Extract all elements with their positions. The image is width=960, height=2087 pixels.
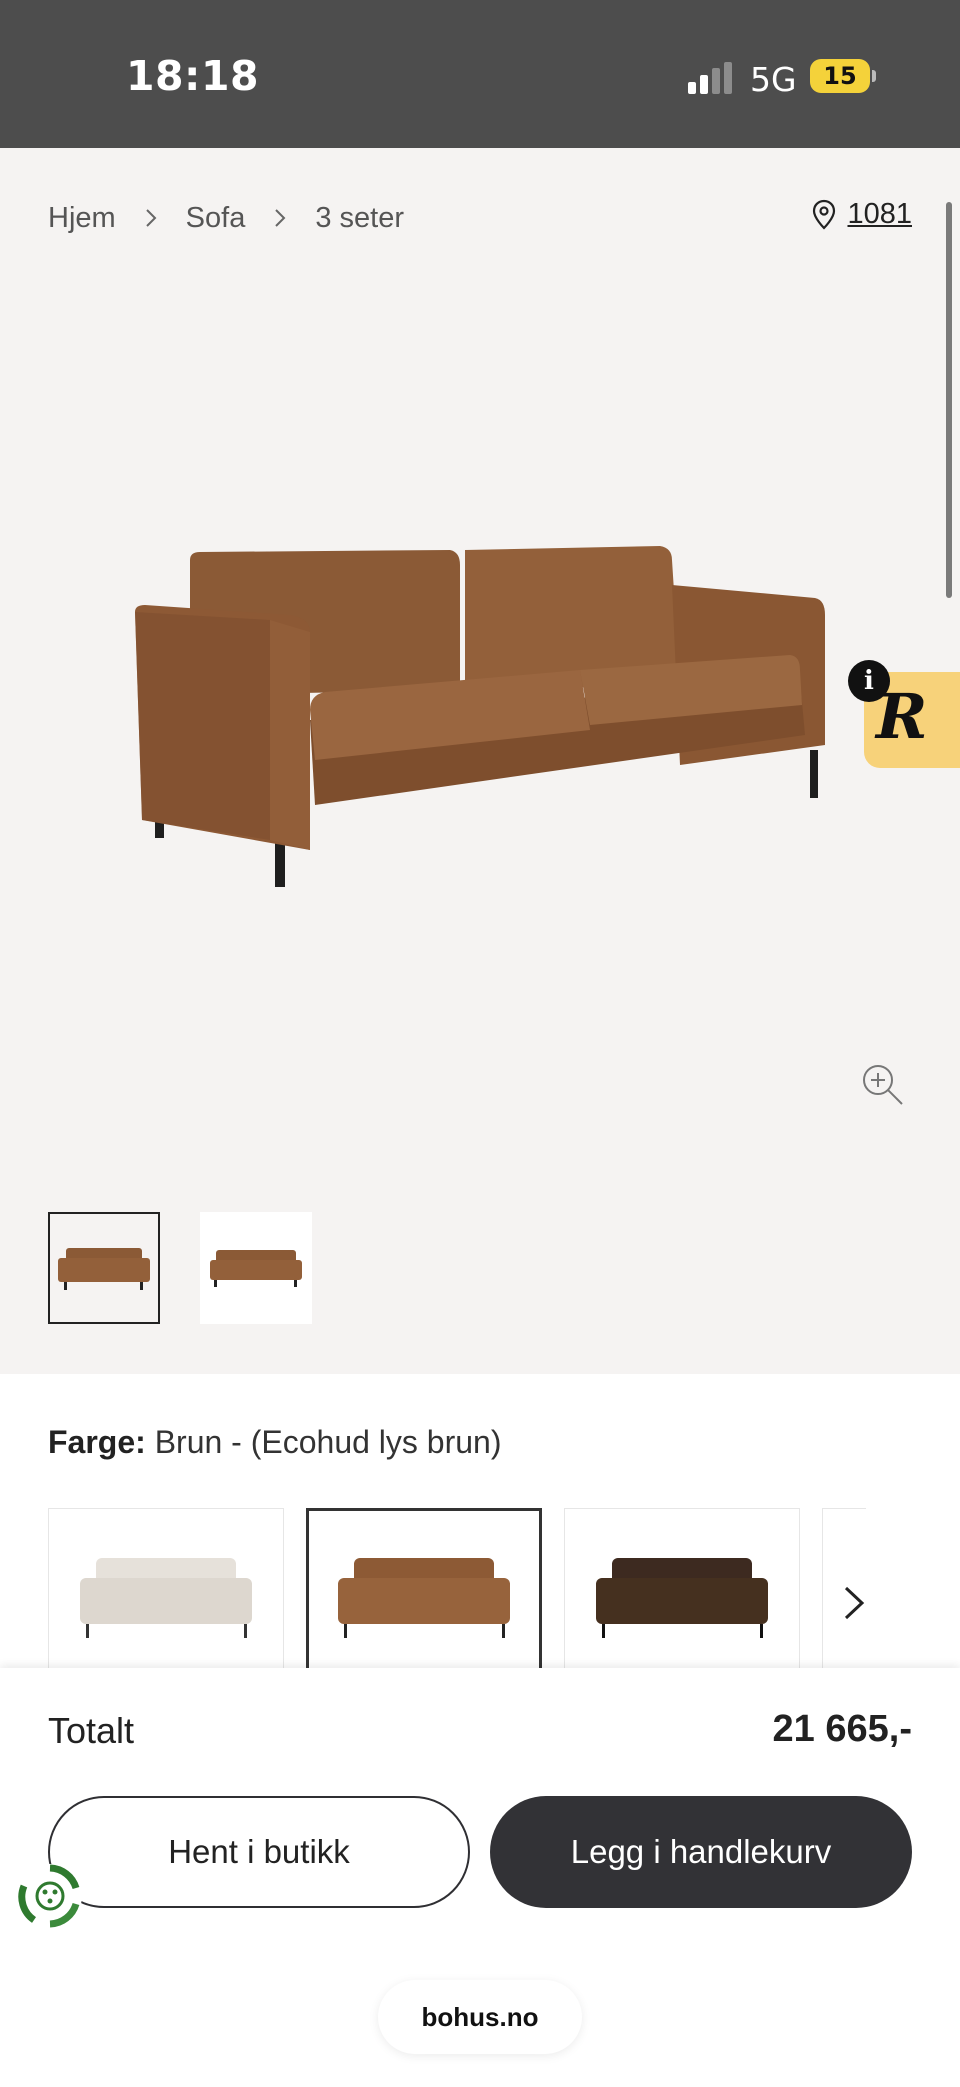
info-icon[interactable]: i [848, 660, 890, 702]
breadcrumb-sofa[interactable]: Sofa [186, 202, 246, 235]
status-time: 18:18 [126, 52, 260, 100]
color-label: Farge: [48, 1424, 146, 1460]
color-value: Brun - (Ecohud lys brun) [154, 1424, 502, 1460]
breadcrumb: Hjem Sofa 3 seter [48, 198, 404, 238]
total-label: Totalt [48, 1710, 135, 1751]
battery-cap [872, 70, 876, 82]
status-bar: 18:18 5G 15 [0, 0, 960, 148]
add-to-cart-button[interactable]: Legg i handlekurv [490, 1796, 912, 1908]
battery-icon: 15 [810, 59, 870, 93]
chevron-right-icon[interactable] [836, 1578, 872, 1628]
color-swatches [48, 1508, 866, 1668]
pickup-in-store-button[interactable]: Hent i butikk [48, 1796, 470, 1908]
swatch-dark-brown[interactable] [564, 1508, 800, 1668]
chevron-right-icon [145, 209, 157, 227]
swatch-sofa-image [338, 1558, 510, 1638]
scrollbar[interactable] [946, 202, 952, 598]
color-selection-label: Farge: Brun - (Ecohud lys brun) [48, 1424, 502, 1461]
thumbnail-sofa-image [210, 1250, 302, 1287]
network-label: 5G [750, 60, 797, 99]
signal-icon [688, 62, 732, 94]
thumbnail-2[interactable] [200, 1212, 312, 1324]
recycle-icon[interactable] [16, 1862, 84, 1930]
thumbnail-1[interactable] [48, 1212, 160, 1324]
breadcrumb-3-seter[interactable]: 3 seter [315, 202, 404, 235]
rewards-badge[interactable]: R i [848, 660, 960, 770]
chevron-right-icon [275, 209, 286, 227]
thumbnail-strip [48, 1212, 312, 1324]
location-pin-icon [813, 199, 836, 230]
thumbnail-sofa-image [58, 1248, 150, 1290]
store-number: 1081 [847, 198, 912, 230]
total-price: 21 665,- [772, 1708, 912, 1750]
zoom-in-icon[interactable] [858, 1060, 906, 1108]
swatch-beige[interactable] [48, 1508, 284, 1668]
breadcrumb-home[interactable]: Hjem [48, 202, 116, 235]
store-selector[interactable]: 1081 [811, 198, 912, 231]
swatch-sofa-image [80, 1558, 252, 1638]
swatch-brown[interactable] [306, 1508, 542, 1668]
swatch-sofa-image [596, 1558, 768, 1638]
browser-url-bar[interactable]: bohus.no [378, 1980, 582, 2054]
product-image[interactable] [120, 520, 840, 920]
